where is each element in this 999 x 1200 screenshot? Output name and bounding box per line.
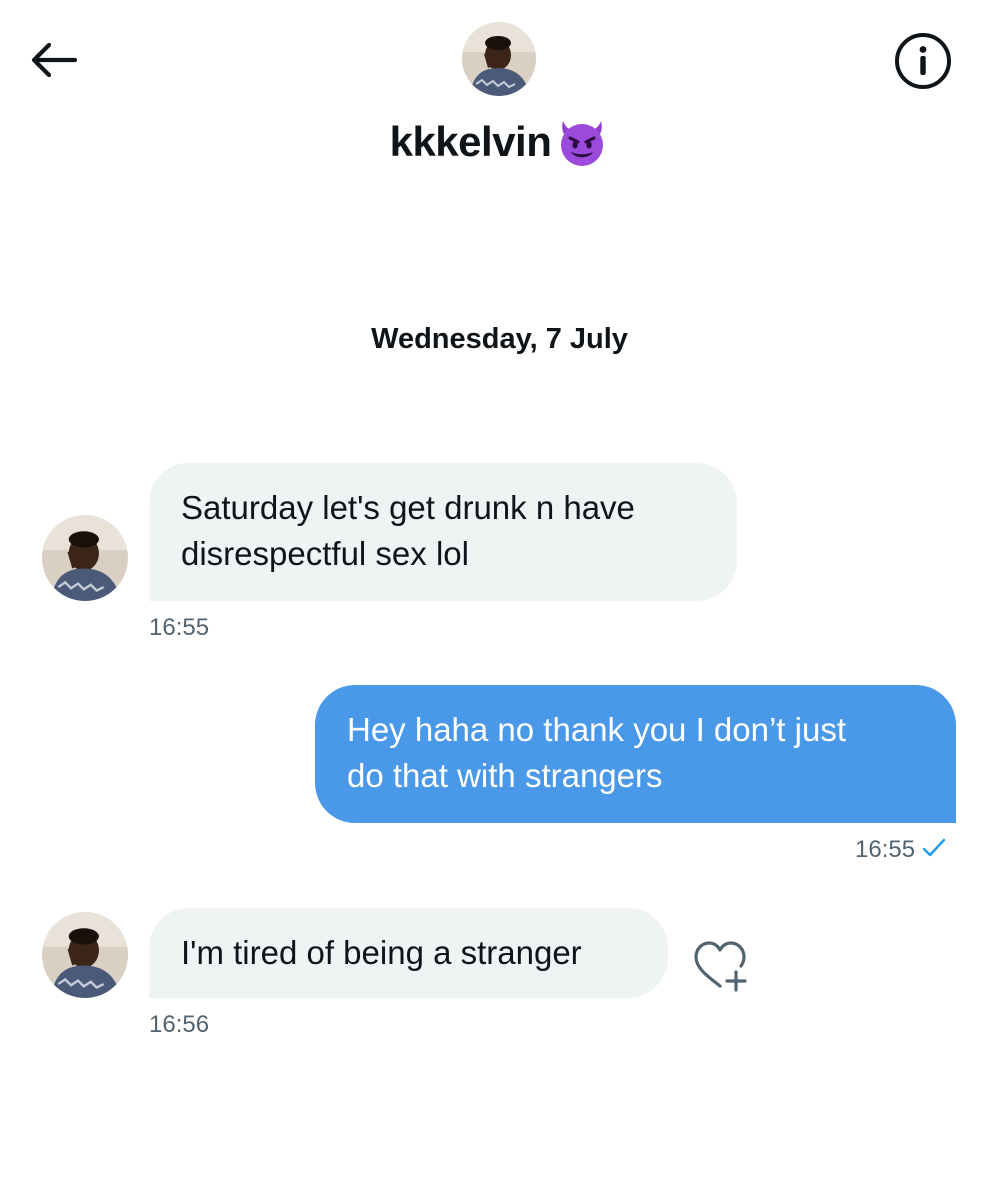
message-text-line: Hey haha no thank you I don’t just <box>347 711 846 748</box>
message-text-line: disrespectful sex lol <box>181 535 469 572</box>
message-text-line: I'm tired of being a stranger <box>181 934 582 971</box>
profile-photo <box>42 912 128 998</box>
incoming-message-bubble[interactable]: Saturday let's get drunk n have disrespe… <box>149 463 737 601</box>
message-text-line: do that with strangers <box>347 757 663 794</box>
conversation-title[interactable]: kkkelvin <box>0 115 999 169</box>
username: kkkelvin <box>389 118 552 165</box>
conversation-info-button[interactable] <box>888 30 958 92</box>
message-timestamp: 16:55 <box>855 836 916 863</box>
message-status: 16:55 <box>855 836 947 864</box>
back-arrow-icon <box>31 42 78 78</box>
profile-photo <box>42 515 128 601</box>
message-text-line: Saturday let's get drunk n have <box>181 489 635 526</box>
sender-avatar[interactable] <box>42 912 128 998</box>
message-timestamp: 16:56 <box>149 1011 210 1038</box>
dm-conversation-screen: kkkelvin Wednesday, 7 July Saturday let'… <box>0 0 999 1200</box>
message-timestamp: 16:55 <box>149 614 210 641</box>
smiling-devil-icon <box>561 121 604 166</box>
sent-check-icon <box>922 838 946 857</box>
date-separator: Wednesday, 7 July <box>371 323 628 355</box>
back-button[interactable] <box>24 32 84 88</box>
header-avatar[interactable] <box>462 22 536 96</box>
react-heart-button[interactable] <box>686 934 758 998</box>
profile-photo <box>462 22 536 96</box>
heart-add-icon <box>694 941 747 992</box>
sender-avatar[interactable] <box>42 515 128 601</box>
incoming-message-bubble[interactable]: I'm tired of being a stranger <box>149 908 668 998</box>
info-icon <box>895 33 951 89</box>
outgoing-message-bubble[interactable]: Hey haha no thank you I don’t just do th… <box>315 685 956 823</box>
